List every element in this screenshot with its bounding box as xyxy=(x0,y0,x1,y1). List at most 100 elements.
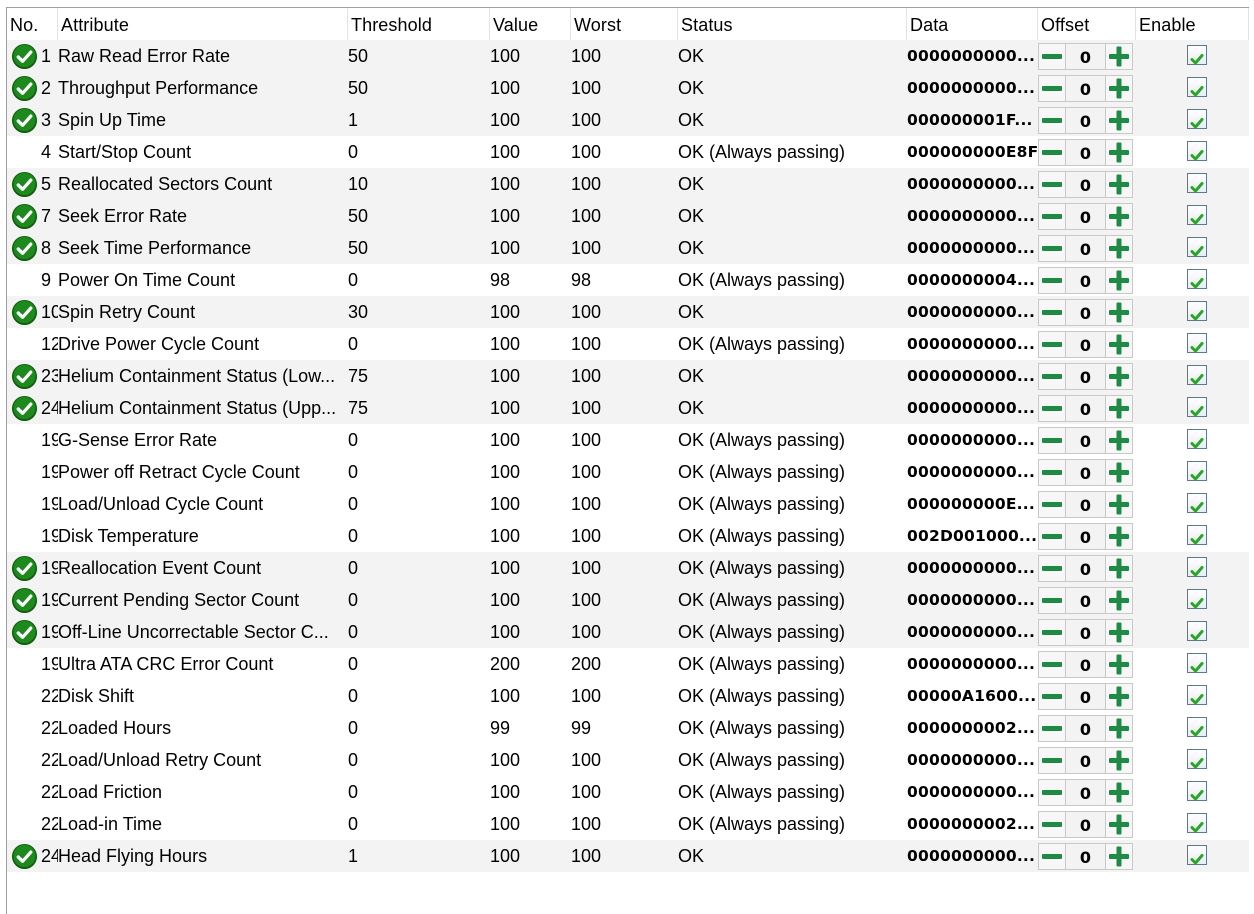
offset-value-field[interactable]: 0 xyxy=(1066,683,1105,710)
offset-value-field[interactable]: 0 xyxy=(1066,523,1105,550)
column-header-data[interactable]: Data xyxy=(907,8,1038,40)
offset-decrement-button[interactable] xyxy=(1038,715,1066,742)
offset-increment-button[interactable] xyxy=(1105,75,1133,102)
table-row[interactable]: 24 Head Flying Hours 1 100 100 OK 000000… xyxy=(7,840,1249,872)
enable-checkbox[interactable] xyxy=(1187,269,1207,289)
offset-increment-button[interactable] xyxy=(1105,331,1133,358)
offset-value-field[interactable]: 0 xyxy=(1066,491,1105,518)
offset-value-field[interactable]: 0 xyxy=(1066,75,1105,102)
enable-checkbox[interactable] xyxy=(1187,365,1207,385)
offset-increment-button[interactable] xyxy=(1105,107,1133,134)
table-row[interactable]: 22 Load Friction 0 100 100 OK (Always pa… xyxy=(7,776,1249,808)
offset-value-field[interactable]: 0 xyxy=(1066,203,1105,230)
table-row[interactable]: 8 Seek Time Performance 50 100 100 OK 00… xyxy=(7,232,1249,264)
offset-increment-button[interactable] xyxy=(1105,139,1133,166)
offset-value-field[interactable]: 0 xyxy=(1066,555,1105,582)
offset-increment-button[interactable] xyxy=(1105,779,1133,806)
offset-decrement-button[interactable] xyxy=(1038,523,1066,550)
offset-increment-button[interactable] xyxy=(1105,395,1133,422)
table-row[interactable]: 2 Throughput Performance 50 100 100 OK 0… xyxy=(7,72,1249,104)
offset-increment-button[interactable] xyxy=(1105,427,1133,454)
table-row[interactable]: 19 Disk Temperature 0 100 100 OK (Always… xyxy=(7,520,1249,552)
offset-value-field[interactable]: 0 xyxy=(1066,715,1105,742)
table-row[interactable]: 12 Drive Power Cycle Count 0 100 100 OK … xyxy=(7,328,1249,360)
offset-value-field[interactable]: 0 xyxy=(1066,779,1105,806)
offset-value-field[interactable]: 0 xyxy=(1066,587,1105,614)
offset-increment-button[interactable] xyxy=(1105,811,1133,838)
offset-value-field[interactable]: 0 xyxy=(1066,235,1105,262)
offset-increment-button[interactable] xyxy=(1105,203,1133,230)
table-row[interactable]: 7 Seek Error Rate 50 100 100 OK 00000000… xyxy=(7,200,1249,232)
offset-increment-button[interactable] xyxy=(1105,651,1133,678)
offset-decrement-button[interactable] xyxy=(1038,299,1066,326)
table-row[interactable]: 22 Load/Unload Retry Count 0 100 100 OK … xyxy=(7,744,1249,776)
offset-increment-button[interactable] xyxy=(1105,555,1133,582)
column-header-worst[interactable]: Worst xyxy=(571,8,678,40)
table-row[interactable]: 9 Power On Time Count 0 98 98 OK (Always… xyxy=(7,264,1249,296)
enable-checkbox[interactable] xyxy=(1187,557,1207,577)
table-row[interactable]: 10 Spin Retry Count 30 100 100 OK 000000… xyxy=(7,296,1249,328)
table-row[interactable]: 19 Current Pending Sector Count 0 100 10… xyxy=(7,584,1249,616)
offset-decrement-button[interactable] xyxy=(1038,331,1066,358)
offset-value-field[interactable]: 0 xyxy=(1066,299,1105,326)
table-row[interactable]: 3 Spin Up Time 1 100 100 OK 000000001F..… xyxy=(7,104,1249,136)
enable-checkbox[interactable] xyxy=(1187,493,1207,513)
offset-value-field[interactable]: 0 xyxy=(1066,107,1105,134)
offset-value-field[interactable]: 0 xyxy=(1066,427,1105,454)
offset-decrement-button[interactable] xyxy=(1038,587,1066,614)
offset-increment-button[interactable] xyxy=(1105,299,1133,326)
offset-value-field[interactable]: 0 xyxy=(1066,619,1105,646)
column-header-enable[interactable]: Enable xyxy=(1136,8,1249,40)
offset-decrement-button[interactable] xyxy=(1038,427,1066,454)
offset-value-field[interactable]: 0 xyxy=(1066,747,1105,774)
offset-decrement-button[interactable] xyxy=(1038,747,1066,774)
offset-increment-button[interactable] xyxy=(1105,587,1133,614)
column-header-offset[interactable]: Offset xyxy=(1038,8,1136,40)
table-row[interactable]: 4 Start/Stop Count 0 100 100 OK (Always … xyxy=(7,136,1249,168)
offset-increment-button[interactable] xyxy=(1105,523,1133,550)
table-row[interactable]: 19 G-Sense Error Rate 0 100 100 OK (Alwa… xyxy=(7,424,1249,456)
offset-increment-button[interactable] xyxy=(1105,267,1133,294)
enable-checkbox[interactable] xyxy=(1187,781,1207,801)
table-row[interactable]: 19 Reallocation Event Count 0 100 100 OK… xyxy=(7,552,1249,584)
offset-decrement-button[interactable] xyxy=(1038,203,1066,230)
offset-decrement-button[interactable] xyxy=(1038,843,1066,870)
offset-value-field[interactable]: 0 xyxy=(1066,459,1105,486)
column-header-no[interactable]: No. xyxy=(7,8,58,40)
table-row[interactable]: 22 Disk Shift 0 100 100 OK (Always passi… xyxy=(7,680,1249,712)
enable-checkbox[interactable] xyxy=(1187,333,1207,353)
table-row[interactable]: 19 Ultra ATA CRC Error Count 0 200 200 O… xyxy=(7,648,1249,680)
offset-value-field[interactable]: 0 xyxy=(1066,651,1105,678)
offset-increment-button[interactable] xyxy=(1105,491,1133,518)
enable-checkbox[interactable] xyxy=(1187,77,1207,97)
offset-decrement-button[interactable] xyxy=(1038,779,1066,806)
enable-checkbox[interactable] xyxy=(1187,813,1207,833)
offset-decrement-button[interactable] xyxy=(1038,459,1066,486)
enable-checkbox[interactable] xyxy=(1187,749,1207,769)
offset-increment-button[interactable] xyxy=(1105,43,1133,70)
enable-checkbox[interactable] xyxy=(1187,589,1207,609)
offset-value-field[interactable]: 0 xyxy=(1066,363,1105,390)
table-row[interactable]: 19 Load/Unload Cycle Count 0 100 100 OK … xyxy=(7,488,1249,520)
offset-value-field[interactable]: 0 xyxy=(1066,395,1105,422)
table-row[interactable]: 1 Raw Read Error Rate 50 100 100 OK 0000… xyxy=(7,40,1249,72)
offset-decrement-button[interactable] xyxy=(1038,235,1066,262)
offset-decrement-button[interactable] xyxy=(1038,363,1066,390)
offset-increment-button[interactable] xyxy=(1105,235,1133,262)
offset-value-field[interactable]: 0 xyxy=(1066,43,1105,70)
enable-checkbox[interactable] xyxy=(1187,685,1207,705)
offset-increment-button[interactable] xyxy=(1105,747,1133,774)
offset-decrement-button[interactable] xyxy=(1038,43,1066,70)
offset-decrement-button[interactable] xyxy=(1038,491,1066,518)
offset-increment-button[interactable] xyxy=(1105,619,1133,646)
table-row[interactable]: 19 Off-Line Uncorrectable Sector C... 0 … xyxy=(7,616,1249,648)
enable-checkbox[interactable] xyxy=(1187,301,1207,321)
column-header-threshold[interactable]: Threshold xyxy=(348,8,490,40)
offset-decrement-button[interactable] xyxy=(1038,811,1066,838)
table-row[interactable]: 24 Helium Containment Status (Upp... 75 … xyxy=(7,392,1249,424)
column-header-value[interactable]: Value xyxy=(490,8,571,40)
offset-increment-button[interactable] xyxy=(1105,171,1133,198)
enable-checkbox[interactable] xyxy=(1187,141,1207,161)
offset-value-field[interactable]: 0 xyxy=(1066,139,1105,166)
offset-value-field[interactable]: 0 xyxy=(1066,171,1105,198)
